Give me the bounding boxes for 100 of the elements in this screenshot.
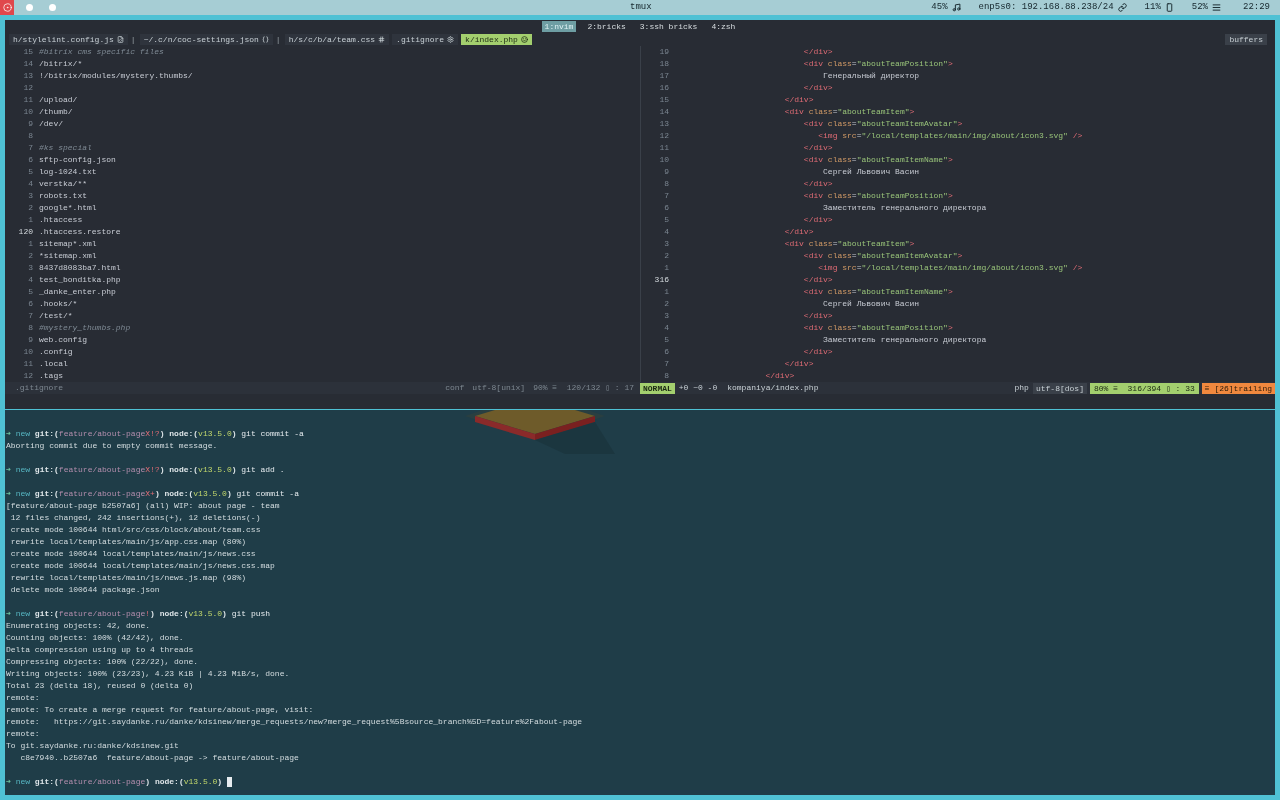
tmux-window-tab[interactable]: 2:bricks — [584, 21, 629, 32]
line-number: 120 — [17, 226, 33, 238]
line-number: 6 — [663, 346, 669, 358]
tab-divider: | — [275, 33, 281, 46]
code-line: <div class="aboutTeamPosition"> — [803, 190, 953, 202]
line-number: 12 — [658, 130, 669, 142]
line-number: 14 — [22, 58, 33, 70]
line-number: 8 — [663, 370, 669, 382]
output-line: rewrite local/templates/main/js/app.css.map (80%) — [10, 536, 247, 548]
line-number: 4 — [663, 322, 669, 334]
output-line: Counting objects: 100% (42/42), done. — [6, 632, 184, 644]
mode-indicator: NORMAL — [640, 382, 675, 394]
code-line: log-1024.txt — [39, 166, 97, 178]
code-line: _danke_enter.php — [39, 286, 116, 298]
link-icon — [1117, 3, 1127, 12]
line-number: 10 — [658, 154, 669, 166]
code-line: /test/* — [39, 310, 73, 322]
code-line: <div class="aboutTeamItemName"> — [803, 154, 953, 166]
output-line: remote: To create a merge request for feature/about-page, visit: — [6, 704, 314, 716]
code-line: /thumb/ — [39, 106, 73, 118]
code-line: test_bonditka.php — [39, 274, 121, 286]
line-number: 18 — [658, 58, 669, 70]
output-line: create mode 100644 local/templates/main/js/news.css — [10, 548, 256, 560]
code-line: <div class="aboutTeamItem"> — [784, 238, 915, 250]
code-line: .htaccess.restore — [39, 226, 121, 238]
code-line: </div> — [803, 346, 833, 358]
buffer-tab[interactable]: k/index.php — [461, 34, 532, 45]
line-number: 4 — [27, 178, 33, 190]
clock: 22:29 — [1243, 0, 1270, 14]
line-number: 2 — [27, 250, 33, 262]
status-reading: 52% — [1191, 0, 1208, 14]
line-number: 6 — [27, 154, 33, 166]
line-number: 8 — [27, 322, 33, 334]
line-number: 1 — [27, 214, 33, 226]
line-number: 13 — [658, 118, 669, 130]
trailing-warning: ≡ [26]trailing — [1201, 382, 1275, 394]
music-icon — [951, 3, 961, 12]
rectangle-icon — [1164, 3, 1174, 12]
output-line: remote: — [6, 692, 40, 704]
line-number: 11 — [658, 142, 669, 154]
tmux-window-tab[interactable]: 3:ssh bricks — [636, 21, 701, 32]
code-line: Заместитель генерального директора — [823, 334, 987, 346]
status-reading: 11% — [1144, 0, 1161, 14]
prompt-line: ➜ new git:(feature/about-page) node:(v13.5.0) — [6, 776, 223, 788]
line-number: 4 — [663, 226, 669, 238]
code-line: /dev/ — [39, 118, 63, 130]
code-line: 8437d8083ba7.html — [39, 262, 121, 274]
line-number: 1 — [663, 286, 669, 298]
output-line: c8e7940..b2507a6 feature/about-page -> feature/about-page — [20, 752, 299, 764]
line-number: 3 — [663, 310, 669, 322]
code-line: </div> — [803, 274, 833, 286]
code-line: <div class="aboutTeamItemAvatar"> — [803, 118, 963, 130]
line-number: 3 — [27, 262, 33, 274]
output-line: create mode 100644 local/templates/main/js/news.css.map — [10, 560, 275, 572]
record-indicator[interactable] — [0, 0, 14, 15]
code-line: sftp-config.json — [39, 154, 116, 166]
code-line: google*.html — [39, 202, 97, 214]
cursor-position: 80% ≡ 316/394 ▯ : 33 — [1089, 382, 1199, 394]
buffer-tab[interactable]: h/stylelint.config.js — [9, 34, 128, 45]
hash-icon — [378, 36, 386, 43]
buffer-tab[interactable]: h/s/c/b/a/team.css — [284, 34, 390, 45]
code-line: .tags — [39, 370, 63, 382]
code-line: Генеральный директор — [823, 70, 920, 82]
file-encoding: utf-8[unix] — [472, 382, 526, 394]
line-number: 15 — [22, 46, 33, 58]
smiley-icon — [520, 36, 528, 43]
output-line: Writing objects: 100% (23/23), 4.23 KiB | 4.23 MiB/s, done. — [6, 668, 290, 680]
line-number: 6 — [27, 298, 33, 310]
buffer-tab[interactable]: .gitignore — [392, 34, 459, 45]
buffer-tab[interactable]: ~/.c/n/coc-settings.json — [139, 34, 273, 45]
line-number: 12 — [22, 82, 33, 94]
tmux-window-tab[interactable]: 4:zsh — [708, 21, 739, 32]
braces-icon — [261, 36, 269, 43]
line-number: 5 — [27, 286, 33, 298]
line-number: 14 — [658, 106, 669, 118]
line-number: 9 — [27, 334, 33, 346]
line-number: 11 — [22, 358, 33, 370]
line-number: 11 — [22, 94, 33, 106]
code-line: web.config — [39, 334, 87, 346]
line-number: 7 — [663, 190, 669, 202]
line-number: 3 — [27, 190, 33, 202]
diff-summary: +0 ~0 -0 — [678, 382, 718, 394]
buffers-label: buffers — [1225, 34, 1267, 45]
line-number: 15 — [658, 94, 669, 106]
code-line: <div class="aboutTeamItemAvatar"> — [803, 250, 963, 262]
line-number: 10 — [22, 346, 33, 358]
code-line: Сергей Львович Васин — [823, 298, 920, 310]
line-number: 8 — [27, 130, 33, 142]
cursor-position: 90% ≡ 120/132 ▯ : 17 — [533, 382, 634, 394]
code-line: <div class="aboutTeamPosition"> — [803, 58, 953, 70]
gear-icon — [447, 36, 455, 43]
line-number: 7 — [663, 358, 669, 370]
prompt-line: ➜ new git:(feature/about-page!) node:(v13.5.0) git push — [6, 608, 271, 620]
window-title: tmux — [630, 0, 652, 14]
code-line: </div> — [803, 82, 833, 94]
tab-divider: | — [130, 33, 136, 46]
line-number: 13 — [22, 70, 33, 82]
line-number: 2 — [27, 202, 33, 214]
output-line: [feature/about-page b2507a6] (all) WIP: about page - team — [6, 500, 280, 512]
line-number: 3 — [663, 238, 669, 250]
